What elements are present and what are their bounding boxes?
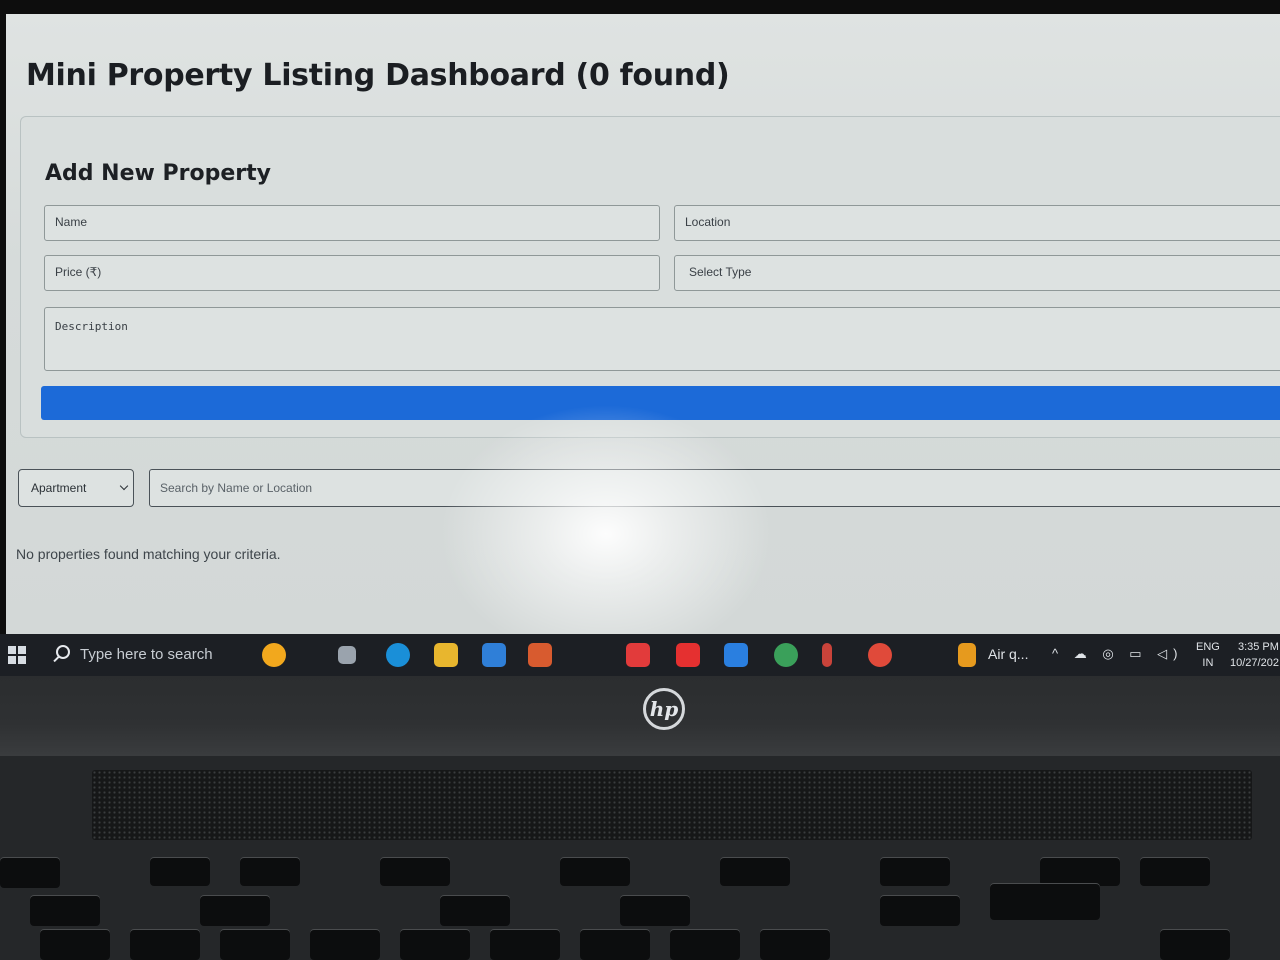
key-r bbox=[220, 930, 290, 960]
key bbox=[150, 858, 210, 886]
key bbox=[1040, 858, 1120, 886]
description-textarea[interactable]: Description bbox=[44, 307, 1280, 371]
chrome-icon-2[interactable] bbox=[868, 643, 892, 667]
search-placeholder: Search by Name or Location bbox=[160, 481, 313, 495]
laptop-bezel bbox=[0, 676, 1280, 756]
key bbox=[620, 896, 690, 926]
task-view-icon[interactable] bbox=[338, 646, 356, 664]
chrome-icon[interactable] bbox=[774, 643, 798, 667]
chevron-down-icon bbox=[119, 481, 129, 491]
description-placeholder: Description bbox=[55, 320, 128, 333]
youtube-icon[interactable] bbox=[676, 643, 700, 667]
system-tray-icons[interactable]: ^ ☁ ◎ ▭ ◁) bbox=[1052, 646, 1184, 662]
hp-logo: hp bbox=[643, 688, 685, 730]
key bbox=[880, 858, 950, 886]
key bbox=[440, 896, 510, 926]
taskbar-search-box[interactable]: Type here to search bbox=[80, 646, 213, 663]
key bbox=[1140, 858, 1210, 886]
backspace-key bbox=[990, 884, 1100, 920]
language-line2: IN bbox=[1202, 657, 1214, 669]
clock-time: 3:35 PM bbox=[1237, 641, 1279, 653]
key-e bbox=[130, 930, 200, 960]
key bbox=[880, 896, 960, 926]
taskbar: Type here to search Air q... ^ ☁ ◎ ▭ ◁) … bbox=[0, 634, 1280, 676]
key-i bbox=[580, 930, 650, 960]
clock-date: 10/27/202 bbox=[1230, 657, 1279, 669]
app-icon[interactable] bbox=[528, 643, 552, 667]
key bbox=[560, 858, 630, 886]
type-placeholder: Select Type bbox=[689, 265, 752, 279]
key-o bbox=[670, 930, 740, 960]
form-title: Add New Property bbox=[45, 161, 271, 186]
empty-results-message: No properties found matching your criter… bbox=[16, 546, 281, 562]
price-input[interactable]: Price (₹) bbox=[44, 255, 660, 291]
key bbox=[200, 896, 270, 926]
page-title: Mini Property Listing Dashboard (0 found… bbox=[26, 58, 730, 93]
vscode-icon[interactable] bbox=[724, 643, 748, 667]
name-placeholder: Name bbox=[55, 215, 88, 229]
key-w bbox=[40, 930, 110, 960]
key bbox=[1160, 930, 1230, 960]
language-indicator[interactable]: ENG IN bbox=[1196, 639, 1220, 671]
type-filter-value: Apartment bbox=[31, 481, 87, 495]
weather-label[interactable]: Air q... bbox=[988, 646, 1028, 662]
type-filter-select[interactable]: Apartment bbox=[18, 469, 134, 507]
price-placeholder: Price (₹) bbox=[55, 265, 102, 279]
windows-start-icon[interactable] bbox=[8, 646, 26, 664]
key bbox=[240, 858, 300, 886]
language-line1: ENG bbox=[1196, 641, 1220, 653]
type-select[interactable]: Select Type bbox=[674, 255, 1280, 291]
key bbox=[0, 858, 60, 888]
add-property-button[interactable] bbox=[41, 386, 1280, 420]
key bbox=[380, 858, 450, 886]
key-y bbox=[400, 930, 470, 960]
laptop-screen: Mini Property Listing Dashboard (0 found… bbox=[6, 14, 1280, 636]
edge-icon[interactable] bbox=[386, 643, 410, 667]
app-icon-narrow[interactable] bbox=[822, 643, 832, 667]
location-input[interactable]: Location bbox=[674, 205, 1280, 241]
key-p bbox=[760, 930, 830, 960]
add-property-form: Add New Property Name Location Price (₹)… bbox=[20, 116, 1280, 438]
clock[interactable]: 3:35 PM 10/27/202 bbox=[1230, 639, 1279, 671]
search-icon[interactable] bbox=[56, 645, 70, 659]
key-t bbox=[310, 930, 380, 960]
key-u bbox=[490, 930, 560, 960]
weather-icon bbox=[958, 643, 976, 667]
copilot-icon[interactable] bbox=[262, 643, 286, 667]
app-icon-red[interactable] bbox=[626, 643, 650, 667]
file-explorer-icon[interactable] bbox=[434, 643, 458, 667]
speaker-grille bbox=[92, 770, 1252, 840]
store-icon[interactable] bbox=[482, 643, 506, 667]
key bbox=[30, 896, 100, 926]
location-placeholder: Location bbox=[685, 215, 731, 229]
search-input[interactable]: Search by Name or Location bbox=[149, 469, 1280, 507]
name-input[interactable]: Name bbox=[44, 205, 660, 241]
key bbox=[720, 858, 790, 886]
